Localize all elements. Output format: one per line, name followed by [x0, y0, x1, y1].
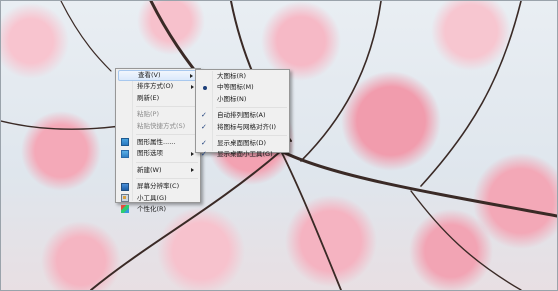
- menu-item-gadgets[interactable]: 小工具(G): [118, 193, 198, 204]
- submenu-item-show-desktop-gadgets[interactable]: ✓ 显示桌面小工具(G): [198, 149, 287, 160]
- submenu-arrow-icon: [191, 168, 194, 173]
- view-submenu: 大图标(R) 中等图标(M) 小图标(N) ✓ 自动排列图标(A) ✓ 将图标与…: [195, 69, 290, 158]
- submenu-item-show-desktop-icons[interactable]: ✓ 显示桌面图标(D): [198, 138, 287, 149]
- submenu-arrow-icon: [191, 85, 194, 90]
- menu-item-label: 中等图标(M): [217, 83, 254, 92]
- menu-item-sort-by[interactable]: 排序方式(O): [118, 81, 198, 92]
- submenu-item-small-icons[interactable]: 小图标(N): [198, 94, 287, 105]
- submenu-arrow-icon: [191, 152, 194, 157]
- menu-item-label: 刷新(E): [137, 93, 160, 102]
- submenu-item-auto-arrange[interactable]: ✓ 自动排列图标(A): [198, 110, 287, 121]
- menu-item-refresh[interactable]: 刷新(E): [118, 93, 198, 104]
- menu-item-label: 新建(W): [137, 165, 162, 174]
- radio-selected-icon: [203, 85, 207, 90]
- desktop-context-menu: 查看(V) 排序方式(O) 刷新(E) 粘贴(P) 粘贴快捷方式(S) 图形属性…: [115, 68, 201, 214]
- menu-separator: [216, 134, 287, 136]
- personalize-icon: [121, 205, 129, 214]
- checkmark-icon: ✓: [201, 122, 207, 131]
- menu-item-label: 图形选项: [137, 149, 163, 158]
- menu-separator: [136, 178, 198, 180]
- submenu-arrow-icon: [190, 73, 193, 78]
- menu-item-label: 显示桌面图标(D): [217, 138, 267, 147]
- menu-item-label: 查看(V): [138, 71, 161, 79]
- menu-item-graphics-properties[interactable]: 图形属性......: [118, 137, 198, 148]
- menu-item-label: 屏幕分辨率(C): [137, 182, 180, 191]
- menu-item-label: 小工具(G): [137, 193, 167, 202]
- menu-separator: [216, 107, 287, 109]
- submenu-item-align-to-grid[interactable]: ✓ 将图标与网格对齐(I): [198, 122, 287, 133]
- checkmark-icon: ✓: [201, 111, 207, 120]
- checkmark-icon: ✓: [201, 138, 207, 147]
- menu-item-label: 粘贴(P): [137, 110, 159, 119]
- menu-separator: [136, 106, 198, 108]
- screen-resolution-icon: [121, 182, 129, 191]
- graphics-properties-icon: [121, 138, 129, 147]
- menu-item-view[interactable]: 查看(V): [118, 70, 198, 82]
- menu-item-graphics-options[interactable]: 图形选项: [118, 148, 198, 159]
- menu-separator: [136, 161, 198, 163]
- menu-item-label: 显示桌面小工具(G): [217, 150, 273, 159]
- menu-item-label: 排序方式(O): [137, 82, 174, 91]
- submenu-item-medium-icons[interactable]: 中等图标(M): [198, 82, 287, 93]
- submenu-item-large-icons[interactable]: 大图标(R): [198, 71, 287, 82]
- menu-item-personalize[interactable]: 个性化(R): [118, 204, 198, 215]
- menu-item-new[interactable]: 新建(W): [118, 165, 198, 176]
- desktop-wallpaper[interactable]: 查看(V) 排序方式(O) 刷新(E) 粘贴(P) 粘贴快捷方式(S) 图形属性…: [0, 0, 558, 291]
- menu-item-label: 个性化(R): [137, 204, 167, 213]
- menu-item-label: 大图标(R): [217, 72, 247, 80]
- checkmark-icon: ✓: [201, 150, 207, 159]
- menu-item-label: 小图标(N): [217, 94, 247, 103]
- menu-item-screen-resolution[interactable]: 屏幕分辨率(C): [118, 181, 198, 192]
- menu-separator: [136, 133, 198, 135]
- menu-item-label: 将图标与网格对齐(I): [217, 122, 276, 131]
- menu-item-label: 粘贴快捷方式(S): [137, 121, 186, 130]
- menu-item-paste-shortcut[interactable]: 粘贴快捷方式(S): [118, 121, 198, 132]
- menu-item-label: 图形属性......: [137, 137, 176, 146]
- menu-item-label: 自动排列图标(A): [217, 111, 266, 120]
- graphics-options-icon: [121, 149, 129, 158]
- gadgets-icon: [121, 194, 129, 203]
- menu-item-paste[interactable]: 粘贴(P): [118, 109, 198, 120]
